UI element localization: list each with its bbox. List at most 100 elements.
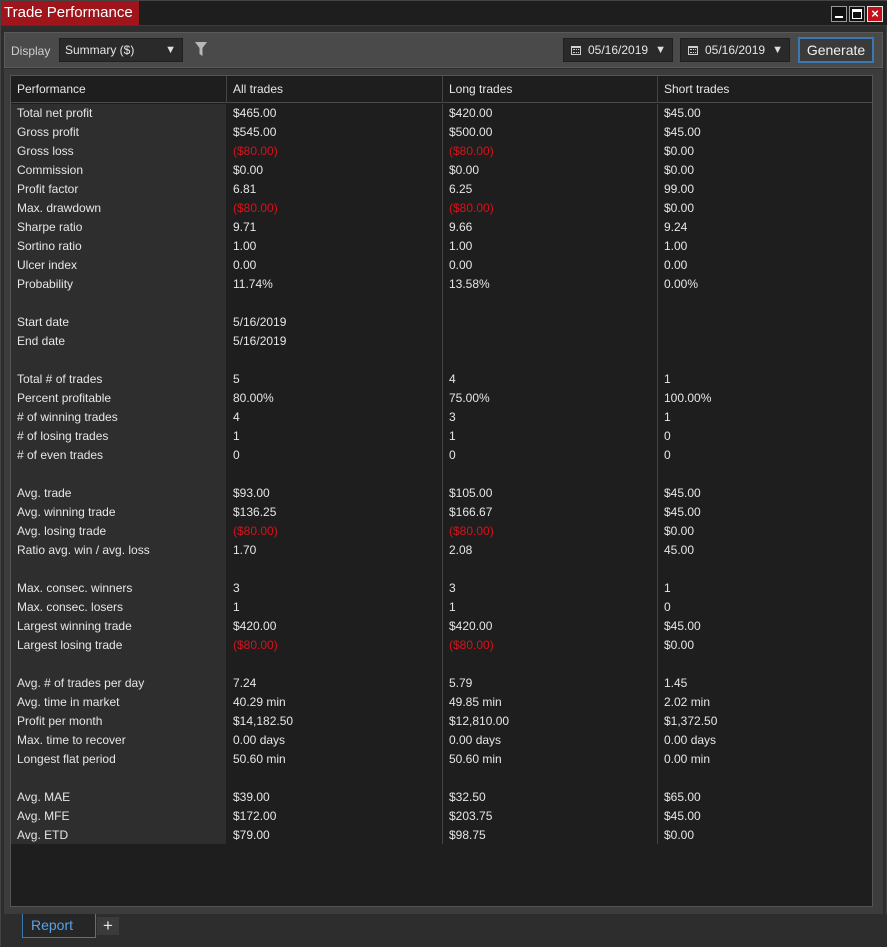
metric-value: $45.00 xyxy=(664,505,701,519)
metric-value: 0.00 days xyxy=(664,733,717,747)
metric-value xyxy=(658,332,664,351)
metric-value: 0 xyxy=(664,448,671,462)
table-row[interactable]: # of losing trades 1 1 0 xyxy=(11,427,872,446)
table-row[interactable]: Largest losing trade ($80.00) ($80.00) $0.0… xyxy=(11,636,872,655)
table-row[interactable]: Ratio avg. win / avg. loss 1.70 2.08 45.00 xyxy=(11,541,872,560)
header-short-trades[interactable]: Short trades xyxy=(658,76,872,103)
performance-grid[interactable]: Performance All trades Long trades Short… xyxy=(10,75,873,907)
table-row[interactable]: Avg. time in market 40.29 min 49.85 min 2.0… xyxy=(11,693,872,712)
metric-value: 45.00 xyxy=(664,543,695,557)
table-row[interactable]: Largest winning trade $420.00 $420.00 $45.0… xyxy=(11,617,872,636)
table-row[interactable]: Max. consec. losers 1 1 0 xyxy=(11,598,872,617)
metric-value: 0.00% xyxy=(664,277,699,291)
metric-value: $98.75 xyxy=(449,828,486,842)
metric-value: 49.85 min xyxy=(449,695,502,709)
table-row[interactable] xyxy=(11,294,872,313)
metric-value xyxy=(443,655,449,674)
metric-value: 5.79 xyxy=(449,676,473,690)
metric-value: 1.00 xyxy=(449,239,473,253)
metric-label: Avg. trade xyxy=(17,486,72,500)
report-panel: Performance All trades Long trades Short… xyxy=(4,69,883,914)
metric-value xyxy=(227,560,233,579)
metric-value: 1 xyxy=(449,600,456,614)
metric-value: $420.00 xyxy=(449,106,493,120)
table-row[interactable] xyxy=(11,465,872,484)
date-to-picker[interactable]: 05/16/2019 ▼ xyxy=(680,38,790,62)
title-bar[interactable]: Trade Performance × xyxy=(1,1,887,26)
table-row[interactable]: Percent profitable 80.00% 75.00% 100.00% xyxy=(11,389,872,408)
table-row[interactable]: Ulcer index 0.00 0.00 0.00 xyxy=(11,256,872,275)
close-icon[interactable]: × xyxy=(867,6,883,22)
metric-value: $45.00 xyxy=(664,125,701,139)
metric-value: 6.25 xyxy=(449,182,473,196)
table-row[interactable]: Max. time to recover 0.00 days 0.00 days 0.… xyxy=(11,731,872,750)
metric-value xyxy=(443,351,449,370)
table-row[interactable]: # of even trades 0 0 0 xyxy=(11,446,872,465)
metric-label xyxy=(11,560,17,579)
header-long-trades[interactable]: Long trades xyxy=(443,76,658,103)
metric-value: 9.71 xyxy=(233,220,257,234)
maximize-icon[interactable] xyxy=(849,6,865,22)
metric-value xyxy=(658,560,664,579)
table-row[interactable]: Max. drawdown ($80.00) ($80.00) $0.00 xyxy=(11,199,872,218)
add-tab-button[interactable]: + xyxy=(97,917,119,935)
table-row[interactable]: End date 5/16/2019 xyxy=(11,332,872,351)
table-row[interactable] xyxy=(11,351,872,370)
generate-button[interactable]: Generate xyxy=(798,37,874,63)
metric-value: ($80.00) xyxy=(449,638,494,652)
metric-value: 1.45 xyxy=(664,676,688,690)
table-row[interactable]: Sortino ratio 1.00 1.00 1.00 xyxy=(11,237,872,256)
table-row[interactable]: Total # of trades 5 4 1 xyxy=(11,370,872,389)
table-row[interactable]: Avg. losing trade ($80.00) ($80.00) $0.00 xyxy=(11,522,872,541)
metric-value: $0.00 xyxy=(664,163,695,177)
table-row[interactable]: Probability 11.74% 13.58% 0.00% xyxy=(11,275,872,294)
metric-value xyxy=(443,313,449,332)
table-row[interactable]: Gross profit $545.00 $500.00 $45.00 xyxy=(11,123,872,142)
table-row[interactable]: Avg. # of trades per day 7.24 5.79 1.45 xyxy=(11,674,872,693)
header-performance[interactable]: Performance xyxy=(11,76,227,103)
metric-label: Probability xyxy=(17,277,74,291)
table-row[interactable]: # of winning trades 4 3 1 xyxy=(11,408,872,427)
metric-value: 80.00% xyxy=(233,391,274,405)
table-row[interactable] xyxy=(11,655,872,674)
metric-value: ($80.00) xyxy=(449,524,494,538)
tab-bar: Report + xyxy=(1,914,887,947)
metric-value xyxy=(658,769,664,788)
metric-label xyxy=(11,465,17,484)
display-select[interactable]: Summary ($) ▼ xyxy=(59,38,183,62)
table-row[interactable]: Profit factor 6.81 6.25 99.00 xyxy=(11,180,872,199)
date-from-picker[interactable]: 05/16/2019 ▼ xyxy=(563,38,673,62)
tab-report[interactable]: Report xyxy=(22,914,96,938)
table-row[interactable]: Profit per month $14,182.50 $12,810.00 $1,3… xyxy=(11,712,872,731)
table-row[interactable]: Total net profit $465.00 $420.00 $45.00 xyxy=(11,104,872,123)
metric-value: 1 xyxy=(664,581,671,595)
metric-value: 50.60 min xyxy=(233,752,286,766)
filter-icon[interactable] xyxy=(195,42,207,57)
metric-value: 9.66 xyxy=(449,220,473,234)
table-row[interactable]: Commission $0.00 $0.00 $0.00 xyxy=(11,161,872,180)
header-all-trades[interactable]: All trades xyxy=(227,76,443,103)
metric-label: Avg. losing trade xyxy=(17,524,107,538)
table-row[interactable]: Start date 5/16/2019 xyxy=(11,313,872,332)
metric-label: Ratio avg. win / avg. loss xyxy=(17,543,150,557)
table-row[interactable]: Avg. winning trade $136.25 $166.67 $45.00 xyxy=(11,503,872,522)
table-row[interactable]: Max. consec. winners 3 3 1 xyxy=(11,579,872,598)
table-row[interactable]: Avg. MFE $172.00 $203.75 $45.00 xyxy=(11,807,872,826)
metric-label: Longest flat period xyxy=(17,752,116,766)
grid-header: Performance All trades Long trades Short… xyxy=(11,76,872,103)
metric-value: $39.00 xyxy=(233,790,270,804)
table-row[interactable]: Gross loss ($80.00) ($80.00) $0.00 xyxy=(11,142,872,161)
minimize-icon[interactable] xyxy=(831,6,847,22)
table-row[interactable] xyxy=(11,560,872,579)
table-row[interactable]: Sharpe ratio 9.71 9.66 9.24 xyxy=(11,218,872,237)
table-row[interactable]: Avg. ETD $79.00 $98.75 $0.00 xyxy=(11,826,872,845)
metric-label: Avg. ETD xyxy=(17,828,69,842)
table-row[interactable]: Avg. MAE $39.00 $32.50 $65.00 xyxy=(11,788,872,807)
metric-value: 3 xyxy=(449,410,456,424)
calendar-icon xyxy=(571,46,581,55)
table-row[interactable]: Longest flat period 50.60 min 50.60 min 0.0… xyxy=(11,750,872,769)
table-row[interactable]: Avg. trade $93.00 $105.00 $45.00 xyxy=(11,484,872,503)
metric-value: $45.00 xyxy=(664,106,701,120)
table-row[interactable] xyxy=(11,769,872,788)
metric-value: $0.00 xyxy=(664,524,695,538)
